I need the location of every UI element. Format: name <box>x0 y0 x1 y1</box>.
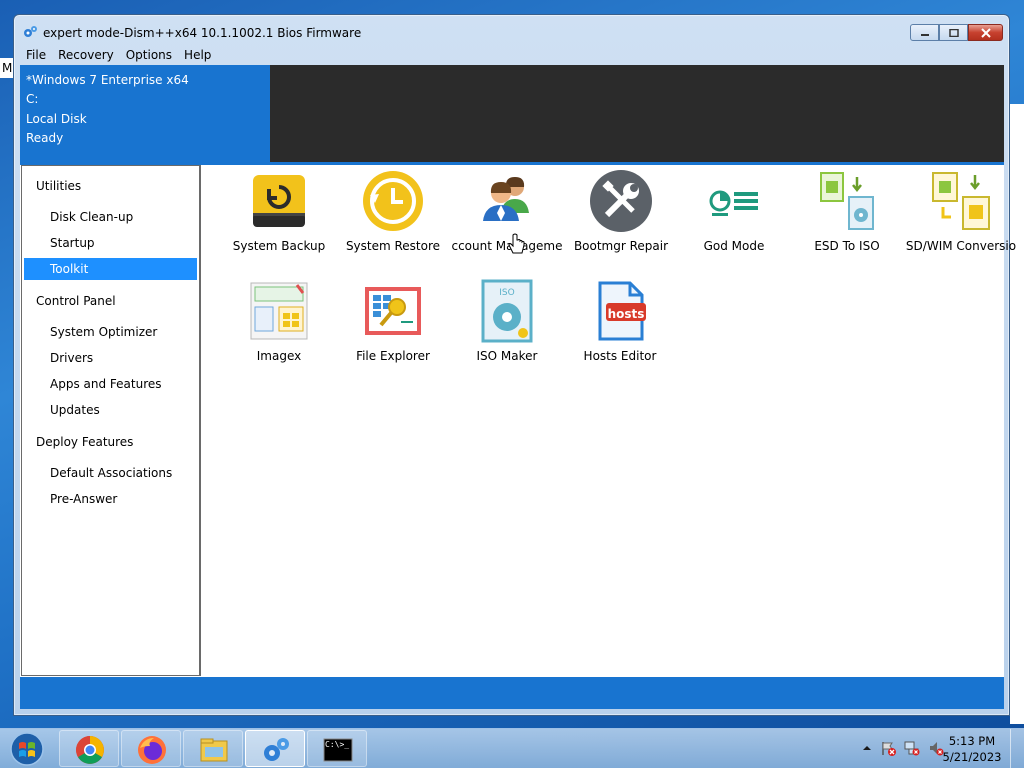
window-controls <box>910 24 1003 41</box>
tool-label: Hosts Editor <box>583 349 657 363</box>
menu-options[interactable]: Options <box>120 48 178 62</box>
tool-iso-maker[interactable]: ISO ISO Maker <box>451 275 563 373</box>
tool-label: God Mode <box>703 239 765 253</box>
action-center-flag-icon[interactable] <box>880 740 896 756</box>
taskbar-explorer[interactable] <box>183 730 243 767</box>
title-bar[interactable]: expert mode-Dism++x64 10.1.1002.1 Bios F… <box>14 15 1009 45</box>
tool-system-backup[interactable]: System Backup <box>223 165 335 263</box>
image-name: *Windows 7 Enterprise x64 <box>26 73 189 87</box>
sidebar: Utilities Disk Clean-up Startup Toolkit … <box>21 165 200 676</box>
image-disk: Local Disk <box>26 111 87 126</box>
menu-recovery[interactable]: Recovery <box>52 48 120 62</box>
clock-date: 5/21/2023 <box>942 750 1002 764</box>
image-drive: C: <box>26 92 39 107</box>
dism-gear-icon <box>24 26 37 37</box>
firefox-icon <box>138 736 166 764</box>
nav-pre-answer[interactable]: Pre-Answer <box>24 488 197 510</box>
menu-file[interactable]: File <box>20 48 52 62</box>
header-image-strip <box>270 65 1004 162</box>
tool-label: ISO Maker <box>476 349 538 363</box>
toolkit-grid: System Backup System Restore ccount Mana… <box>201 165 1016 676</box>
nav-apps-features[interactable]: Apps and Features <box>24 373 197 395</box>
image-status: Ready <box>26 130 64 145</box>
tool-label: ESD To ISO <box>814 239 880 253</box>
tool-label: Bootmgr Repair <box>573 239 669 253</box>
system-tray <box>862 740 944 756</box>
tool-label: Imagex <box>256 349 302 363</box>
chrome-icon <box>76 736 104 764</box>
status-bar <box>20 677 1004 709</box>
tool-label: System Backup <box>232 239 326 253</box>
nav-disk-cleanup[interactable]: Disk Clean-up <box>24 206 197 228</box>
dism-icon <box>264 738 289 761</box>
tool-esd-wim-conversion[interactable]: SD/WIM Conversio <box>905 165 1017 263</box>
imagex-icon <box>250 282 308 340</box>
tool-hosts-editor[interactable]: hosts Hosts Editor <box>564 275 676 373</box>
taskbar: C:\>_ 5:13 PM 5/21/2023 <box>0 728 1024 768</box>
tool-label: System Restore <box>345 239 441 253</box>
tool-label: ccount Manageme <box>451 239 563 253</box>
menu-bar: File Recovery Options Help <box>20 45 1003 65</box>
esd-wim-conversion-icon <box>932 172 990 230</box>
minimize-button[interactable] <box>910 24 939 41</box>
system-backup-icon <box>253 175 305 227</box>
god-mode-icon <box>709 190 758 216</box>
clock[interactable]: 5:13 PM 5/21/2023 <box>942 733 1002 765</box>
tool-file-explorer[interactable]: File Explorer <box>337 275 449 373</box>
minimize-icon <box>920 33 929 36</box>
tool-system-restore[interactable]: System Restore <box>337 165 449 263</box>
bootmgr-repair-icon <box>590 170 652 232</box>
section-deploy-features[interactable]: Deploy Features <box>36 435 133 449</box>
nav-system-optimizer[interactable]: System Optimizer <box>24 321 197 343</box>
file-explorer-icon <box>365 287 421 335</box>
nav-startup[interactable]: Startup <box>24 232 197 254</box>
taskbar-firefox[interactable] <box>121 730 181 767</box>
hosts-badge-text: hosts <box>607 307 645 321</box>
close-icon <box>980 27 991 38</box>
taskbar-dism[interactable] <box>245 730 305 767</box>
clock-time: 5:13 PM <box>948 734 996 748</box>
section-utilities[interactable]: Utilities <box>36 179 81 193</box>
account-management-icon <box>483 177 529 221</box>
hand-cursor-icon <box>508 233 525 254</box>
show-desktop-button[interactable] <box>1010 729 1024 768</box>
taskbar-chrome[interactable] <box>59 730 119 767</box>
tool-esd-to-iso[interactable]: ESD To ISO <box>791 165 903 263</box>
tool-god-mode[interactable]: God Mode <box>678 165 790 263</box>
dism-window: expert mode-Dism++x64 10.1.1002.1 Bios F… <box>13 14 1016 716</box>
maximize-button[interactable] <box>939 24 968 41</box>
section-control-panel[interactable]: Control Panel <box>36 294 116 308</box>
explorer-icon <box>200 738 228 762</box>
tool-label: SD/WIM Conversio <box>905 239 1017 253</box>
nav-drivers[interactable]: Drivers <box>24 347 197 369</box>
tool-bootmgr-repair[interactable]: Bootmgr Repair <box>565 165 677 263</box>
image-info-panel[interactable]: *Windows 7 Enterprise x64 C: Local Disk … <box>20 65 270 162</box>
system-restore-icon <box>363 171 423 231</box>
nav-updates[interactable]: Updates <box>24 399 197 421</box>
iso-maker-icon: ISO <box>481 279 533 343</box>
tool-label: File Explorer <box>356 349 430 363</box>
nav-default-associations[interactable]: Default Associations <box>24 462 197 484</box>
esd-to-iso-icon <box>820 172 874 230</box>
taskbar-cmd[interactable]: C:\>_ <box>307 730 367 767</box>
window-title: expert mode-Dism++x64 10.1.1002.1 Bios F… <box>43 26 362 40</box>
tool-imagex[interactable]: Imagex <box>223 275 335 373</box>
windows-orb-icon <box>10 732 44 766</box>
network-icon[interactable] <box>904 740 920 756</box>
cmd-prompt-text: C:\>_ <box>325 740 350 749</box>
desktop-icon-label: M <box>0 58 14 78</box>
show-hidden-icons-icon[interactable] <box>862 740 872 756</box>
cmd-icon <box>323 738 353 762</box>
nav-toolkit[interactable]: Toolkit <box>24 258 197 280</box>
client-area: *Windows 7 Enterprise x64 C: Local Disk … <box>20 65 1016 709</box>
close-button[interactable] <box>968 24 1003 41</box>
tool-account-management[interactable]: ccount Manageme <box>451 165 563 263</box>
maximize-icon <box>948 28 959 37</box>
svg-text:ISO: ISO <box>499 288 514 298</box>
menu-help[interactable]: Help <box>178 48 217 62</box>
start-button[interactable] <box>4 730 50 768</box>
